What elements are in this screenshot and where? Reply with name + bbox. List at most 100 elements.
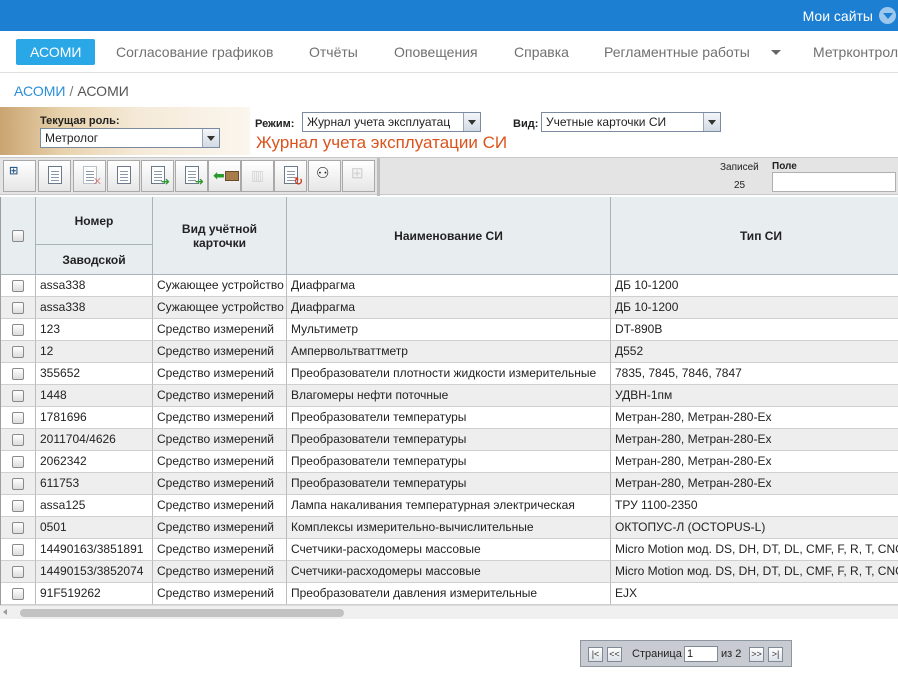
cell-type[interactable]: Д552 xyxy=(611,341,898,363)
breadcrumb-root-link[interactable]: АСОМИ xyxy=(14,83,65,99)
cell-name[interactable]: Преобразователи температуры xyxy=(287,429,611,451)
row-checkbox[interactable] xyxy=(12,565,24,578)
row-checkbox[interactable] xyxy=(12,345,24,358)
row-checkbox[interactable] xyxy=(12,411,24,424)
cell-type[interactable]: 7835, 7845, 7846, 7847 xyxy=(611,363,898,385)
header-card-type[interactable]: Вид учётной карточки xyxy=(153,197,287,275)
cell-serial[interactable]: 611753 xyxy=(36,473,153,495)
row-checkbox[interactable] xyxy=(12,433,24,446)
table-row[interactable]: 1781696 Средство измерений Преобразователи… xyxy=(1,407,898,429)
row-checkbox[interactable] xyxy=(12,323,24,336)
cell-card-type[interactable]: Средство измерений xyxy=(153,451,287,473)
table-row[interactable]: 0501 Средство измерений Комплексы измерите… xyxy=(1,517,898,539)
cell-serial[interactable]: assa338 xyxy=(36,275,153,297)
table-row[interactable]: 1448 Средство измерений Влагомеры нефти по… xyxy=(1,385,898,407)
cell-card-type[interactable]: Средство измерений xyxy=(153,517,287,539)
row-checkbox[interactable] xyxy=(12,279,24,292)
cell-card-type[interactable]: Средство измерений xyxy=(153,319,287,341)
cell-serial[interactable]: 355652 xyxy=(36,363,153,385)
nav-item-reports[interactable]: Отчёты xyxy=(309,39,358,65)
cell-card-type[interactable]: Сужающее устройство xyxy=(153,275,287,297)
header-serial-label[interactable]: Заводской xyxy=(36,245,152,274)
chart-button[interactable]: ▥ xyxy=(241,160,274,192)
table-row[interactable]: assa338 Сужающее устройство Диафрагма ДБ 10… xyxy=(1,297,898,319)
print-button[interactable] xyxy=(107,160,140,192)
cell-name[interactable]: Диафрагма xyxy=(287,297,611,319)
cell-card-type[interactable]: Средство измерений xyxy=(153,407,287,429)
cell-serial[interactable]: 0501 xyxy=(36,517,153,539)
cell-serial[interactable]: assa125 xyxy=(36,495,153,517)
cell-name[interactable]: Преобразователи плотности жидкости измер… xyxy=(287,363,611,385)
table-row[interactable]: 91F519262 Средство измерений Преобразовате… xyxy=(1,583,898,605)
next-page-button[interactable]: >> xyxy=(749,647,764,662)
header-name[interactable]: Наименование СИ xyxy=(287,197,611,275)
cell-serial[interactable]: 14490163/3851891 xyxy=(36,539,153,561)
row-checkbox[interactable] xyxy=(12,389,24,402)
cell-serial[interactable]: assa338 xyxy=(36,297,153,319)
cell-name[interactable]: Комплексы измерительно-вычислительные xyxy=(287,517,611,539)
cell-card-type[interactable]: Средство измерений xyxy=(153,429,287,451)
nav-item-help[interactable]: Справка xyxy=(514,39,569,65)
select-all-checkbox[interactable] xyxy=(12,229,24,242)
chevron-down-icon[interactable] xyxy=(703,113,720,131)
cell-type[interactable]: Метран-280, Метран-280-Ех xyxy=(611,473,898,495)
cell-serial[interactable]: 1781696 xyxy=(36,407,153,429)
cell-type[interactable]: ТРУ 1100-2350 xyxy=(611,495,898,517)
cell-type[interactable]: Micro Motion мод. DS, DH, DT, DL, CMF, F… xyxy=(611,561,898,583)
refresh-button[interactable]: ↻ xyxy=(274,160,307,192)
chevron-down-icon[interactable] xyxy=(879,7,896,24)
chevron-down-icon[interactable] xyxy=(202,129,219,147)
cell-serial[interactable]: 2011704/4626 xyxy=(36,429,153,451)
cell-type[interactable]: DT-890B xyxy=(611,319,898,341)
view-select[interactable]: Учетные карточки СИ xyxy=(541,112,721,132)
cell-serial[interactable]: 14490153/3852074 xyxy=(36,561,153,583)
field-input[interactable] xyxy=(772,172,896,192)
cell-card-type[interactable]: Средство измерений xyxy=(153,385,287,407)
layout-button[interactable]: ⊞ xyxy=(342,160,375,192)
chevron-down-icon[interactable] xyxy=(463,113,480,131)
role-select[interactable]: Метролог xyxy=(40,128,220,148)
move-button[interactable]: ➜ xyxy=(175,160,208,192)
cell-name[interactable]: Преобразователи давления измерительные xyxy=(287,583,611,605)
table-row[interactable]: 2062342 Средство измерений Преобразователи… xyxy=(1,451,898,473)
cell-card-type[interactable]: Средство измерений xyxy=(153,495,287,517)
cell-name[interactable]: Преобразователи температуры xyxy=(287,407,611,429)
row-checkbox[interactable] xyxy=(12,543,24,556)
copy-card-button[interactable] xyxy=(38,160,71,192)
table-row[interactable]: assa125 Средство измерений Лампа накаливан… xyxy=(1,495,898,517)
table-row[interactable]: 2011704/4626 Средство измерений Преобразов… xyxy=(1,429,898,451)
row-checkbox[interactable] xyxy=(12,301,24,314)
page-input[interactable]: 1 xyxy=(684,646,718,662)
export-button[interactable]: ➜ xyxy=(141,160,174,192)
last-page-button[interactable]: >| xyxy=(768,647,783,662)
my-sites-menu[interactable]: Мои сайты xyxy=(803,0,898,31)
cell-type[interactable]: Метран-280, Метран-280-Ех xyxy=(611,451,898,473)
cell-type[interactable]: ОКТОПУС-Л (OCTOPUS-L) xyxy=(611,517,898,539)
cell-type[interactable]: EJX xyxy=(611,583,898,605)
table-row[interactable]: 14490163/3851891 Средство измерений Счетчи… xyxy=(1,539,898,561)
table-row[interactable]: assa338 Сужающее устройство Диафрагма ДБ 10… xyxy=(1,275,898,297)
nav-item-maintenance[interactable]: Регламентные работы xyxy=(604,39,750,65)
nav-item-notifications[interactable]: Оповещения xyxy=(394,39,478,65)
chevron-down-icon[interactable] xyxy=(771,50,781,55)
cell-name[interactable]: Диафрагма xyxy=(287,275,611,297)
cell-name[interactable]: Влагомеры нефти поточные xyxy=(287,385,611,407)
nav-item-metrcontrol[interactable]: Метрконтроль xyxy=(813,39,898,65)
cell-type[interactable]: Micro Motion мод. DS, DH, DT, DL, CMF, F… xyxy=(611,539,898,561)
cell-card-type[interactable]: Средство измерений xyxy=(153,561,287,583)
header-type[interactable]: Тип СИ xyxy=(611,197,898,275)
cell-name[interactable]: Мультиметр xyxy=(287,319,611,341)
cell-name[interactable]: Преобразователи температуры xyxy=(287,473,611,495)
table-row[interactable]: 123 Средство измерений Мультиметр DT-890B xyxy=(1,319,898,341)
row-checkbox[interactable] xyxy=(12,587,24,600)
nav-item-schedules[interactable]: Согласование графиков xyxy=(116,39,273,65)
delete-card-button[interactable]: ✕ xyxy=(73,160,106,192)
mode-select[interactable]: Журнал учета эксплуатац xyxy=(302,112,481,132)
cell-name[interactable]: Лампа накаливания температурная электрич… xyxy=(287,495,611,517)
cell-card-type[interactable]: Средство измерений xyxy=(153,583,287,605)
cell-name[interactable]: Преобразователи температуры xyxy=(287,451,611,473)
cell-card-type[interactable]: Средство измерений xyxy=(153,341,287,363)
cell-name[interactable]: Счетчики-расходомеры массовые xyxy=(287,539,611,561)
cell-card-type[interactable]: Средство измерений xyxy=(153,473,287,495)
cell-serial[interactable]: 12 xyxy=(36,341,153,363)
